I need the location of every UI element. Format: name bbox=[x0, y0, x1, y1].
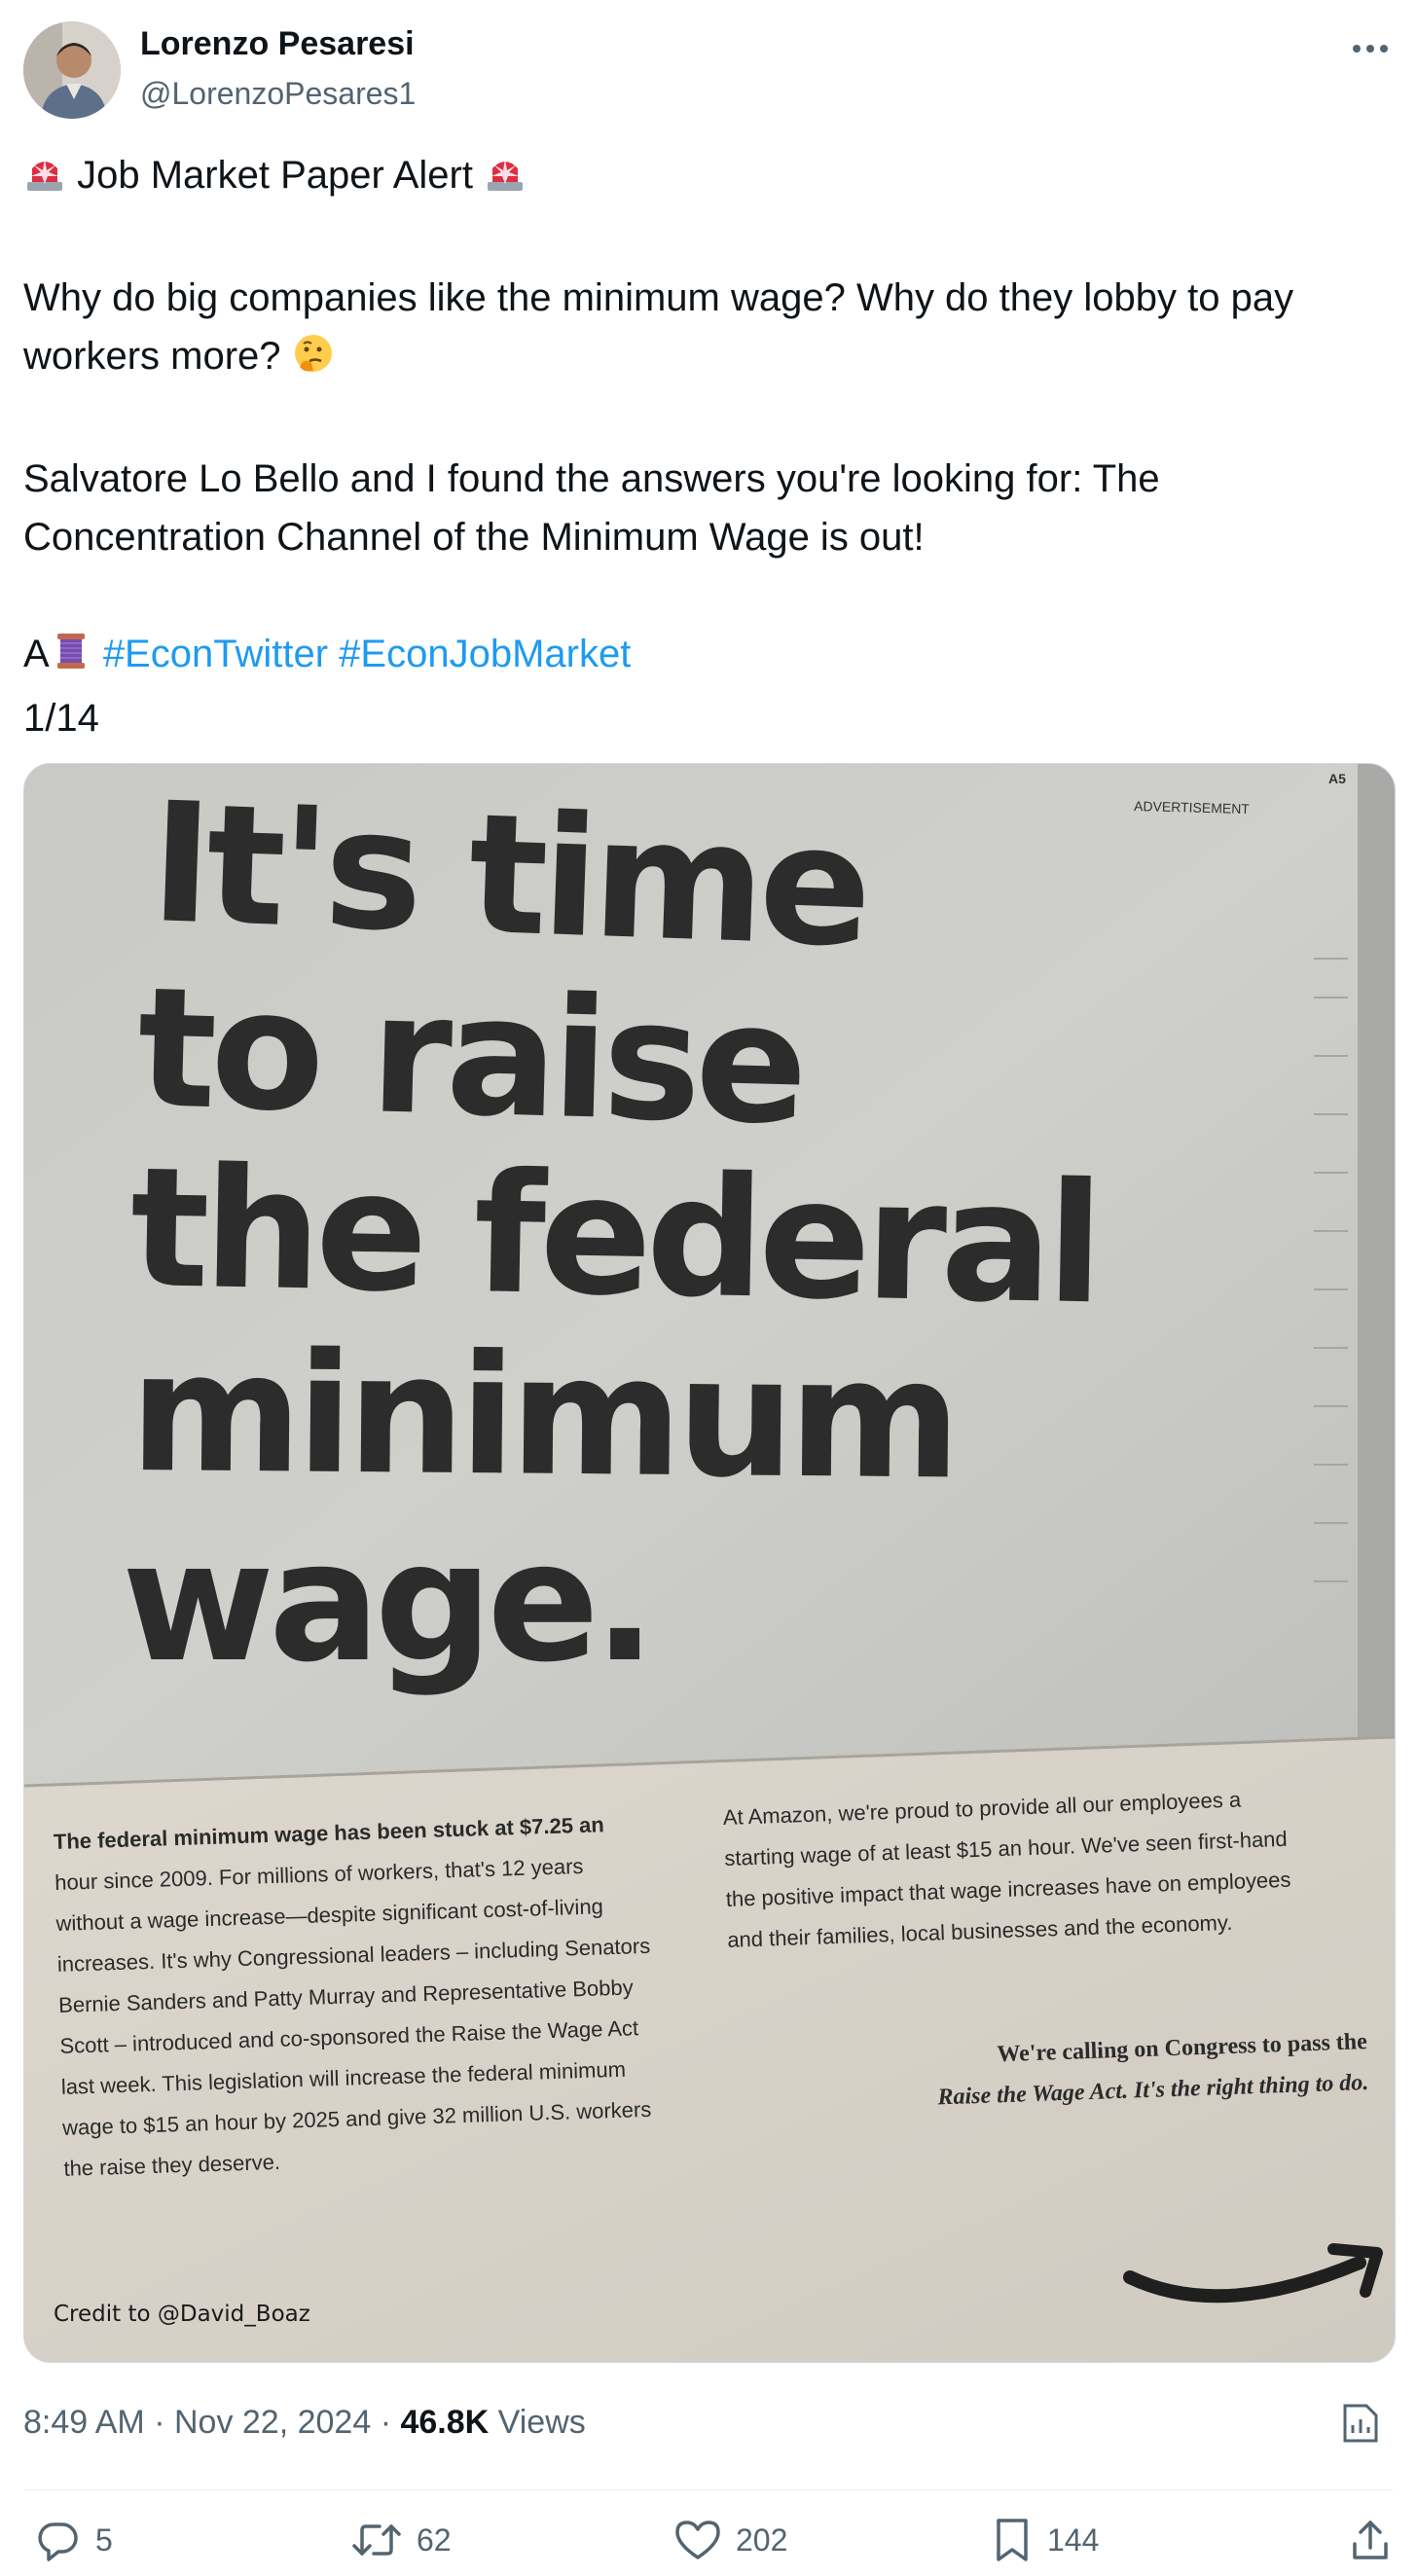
bookmark-count: 144 bbox=[1047, 2522, 1100, 2558]
action-bar: 5 62 202 144 bbox=[0, 2511, 1417, 2575]
hashtag-econjobmarket[interactable]: #EconJobMarket bbox=[339, 633, 631, 675]
tweet-image[interactable]: A5 ADVERTISEMENT It's time to raise the … bbox=[23, 763, 1396, 2363]
tweet-line-4: A #EconTwitter #EconJobMarket bbox=[23, 625, 1396, 689]
analytics-icon[interactable] bbox=[1337, 2400, 1384, 2447]
thinking-face-icon bbox=[292, 332, 335, 391]
tweet: Lorenzo Pesaresi @LorenzoPesares1 Job Ma… bbox=[0, 0, 1417, 2576]
share-button[interactable] bbox=[1349, 2511, 1392, 2569]
tweet-line-1: Job Market Paper Alert bbox=[23, 146, 1396, 210]
like-button[interactable]: 202 bbox=[673, 2511, 787, 2569]
image-credit: Credit to @David_Boaz bbox=[54, 2302, 310, 2327]
tweet-line-3b: Concentration Channel of the Minimum Wag… bbox=[23, 516, 925, 559]
spool-of-thread-icon bbox=[50, 630, 92, 689]
thread-count: 1/14 bbox=[23, 697, 99, 740]
headline-line-4: minimum bbox=[129, 1317, 957, 1516]
author-handle[interactable]: @LorenzoPesares1 bbox=[140, 76, 416, 112]
headline-line-1: It's time bbox=[148, 767, 869, 985]
reply-icon bbox=[38, 2522, 78, 2561]
views-count: 46.8K bbox=[400, 2404, 490, 2441]
bookmark-button[interactable]: 144 bbox=[991, 2511, 1099, 2569]
like-icon bbox=[675, 2521, 720, 2559]
tweet-meta: 8:49 AM · Nov 22, 2024 · 46.8K Views bbox=[23, 2404, 586, 2442]
reply-button[interactable]: 5 bbox=[35, 2511, 113, 2569]
tweet-heading: Job Market Paper Alert bbox=[77, 154, 473, 197]
thread-prefix: A bbox=[23, 633, 50, 675]
meta-separator: · bbox=[380, 2404, 392, 2441]
tweet-line-3a: Salvatore Lo Bello and I found the answe… bbox=[23, 457, 1160, 500]
headline-line-5: wage. bbox=[122, 1506, 650, 1699]
police-siren-icon bbox=[484, 151, 527, 210]
tweet-text: Job Market Paper Alert Why do big compan… bbox=[23, 146, 1396, 747]
author-name[interactable]: Lorenzo Pesaresi bbox=[140, 25, 415, 63]
meta-separator: · bbox=[154, 2404, 165, 2441]
share-icon bbox=[1353, 2521, 1388, 2559]
views-label: Views bbox=[497, 2404, 586, 2441]
reply-count: 5 bbox=[95, 2522, 113, 2558]
repost-count: 62 bbox=[417, 2522, 452, 2558]
ad-label: ADVERTISEMENT bbox=[1134, 798, 1251, 816]
tweet-line-2a: Why do big companies like the minimum wa… bbox=[23, 276, 1294, 319]
tweet-time[interactable]: 8:49 AM bbox=[23, 2404, 145, 2441]
hashtag-econtwitter[interactable]: #EconTwitter bbox=[103, 633, 328, 675]
bookmark-icon bbox=[997, 2519, 1028, 2561]
page-number: A5 bbox=[1328, 771, 1346, 786]
police-siren-icon bbox=[23, 151, 66, 210]
headline-line-3: the federal bbox=[128, 1132, 1099, 1341]
tweet-question: workers more? bbox=[23, 335, 281, 378]
repost-icon bbox=[352, 2524, 401, 2556]
tweet-date[interactable]: Nov 22, 2024 bbox=[174, 2404, 371, 2441]
avatar[interactable] bbox=[23, 21, 121, 119]
headline-line-2: to raise bbox=[135, 952, 805, 1162]
divider bbox=[23, 2489, 1394, 2490]
tweet-line-2b: workers more? bbox=[23, 327, 1396, 391]
like-count: 202 bbox=[736, 2522, 788, 2558]
more-dots-icon[interactable] bbox=[1347, 25, 1394, 72]
repost-button[interactable]: 62 bbox=[350, 2511, 452, 2569]
